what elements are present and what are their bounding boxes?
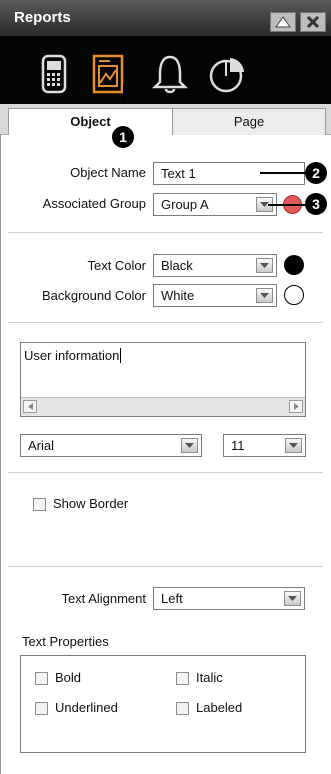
tab-object-label: Object: [70, 114, 111, 129]
minimize-button[interactable]: [270, 12, 296, 32]
divider: [8, 472, 323, 473]
text-content-area[interactable]: User information: [20, 342, 306, 417]
text-properties-label: Text Properties: [22, 634, 109, 649]
text-content-value: User information: [24, 348, 122, 363]
callout-line: [268, 204, 308, 206]
object-name-label: Object Name: [70, 165, 146, 180]
chevron-down-icon[interactable]: [256, 288, 273, 303]
close-button[interactable]: [300, 12, 326, 32]
close-icon: [306, 15, 320, 29]
object-name-value: Text 1: [161, 166, 196, 181]
background-color-swatch[interactable]: [284, 285, 304, 305]
labeled-label: Labeled: [196, 700, 243, 715]
panel-border: [0, 134, 1, 774]
callout-1: 1: [112, 126, 134, 148]
tab-page-label: Page: [233, 114, 265, 129]
title-bar: Reports: [0, 0, 331, 36]
associated-group-select[interactable]: Group A: [153, 193, 277, 216]
associated-group-value: Group A: [161, 197, 209, 212]
chevron-down-icon[interactable]: [284, 591, 301, 606]
text-alignment-value: Left: [161, 591, 183, 606]
background-color-label: Background Color: [41, 288, 146, 303]
tab-page[interactable]: Page: [172, 108, 326, 135]
text-alignment-select[interactable]: Left: [153, 587, 305, 610]
bold-label: Bold: [55, 670, 82, 685]
scroll-left-icon[interactable]: [23, 400, 37, 413]
text-color-value: Black: [161, 258, 193, 273]
divider: [8, 566, 323, 567]
text-color-label: Text Color: [87, 258, 146, 273]
phone-icon[interactable]: [32, 52, 76, 96]
toolbar: [0, 36, 331, 144]
font-size-value: 11: [231, 438, 245, 453]
text-properties-group: Bold Italic Underlined Labeled: [20, 655, 306, 753]
chevron-down-icon[interactable]: [256, 258, 273, 273]
callout-2: 2: [305, 162, 327, 184]
text-alignment-label: Text Alignment: [61, 591, 146, 606]
italic-checkbox[interactable]: [176, 672, 189, 685]
divider: [8, 232, 323, 233]
underlined-label: Underlined: [55, 700, 118, 715]
callout-3: 3: [305, 193, 327, 215]
associated-group-label: Associated Group: [42, 196, 146, 211]
background-color-select[interactable]: White: [153, 284, 277, 307]
chevron-down-icon[interactable]: [285, 438, 302, 453]
show-border-checkbox[interactable]: [33, 498, 46, 511]
bell-icon[interactable]: [148, 52, 192, 96]
text-color-swatch[interactable]: [284, 255, 304, 275]
pie-chart-icon[interactable]: [206, 52, 250, 96]
font-size-select[interactable]: 11: [223, 434, 306, 457]
scroll-right-icon[interactable]: [289, 400, 303, 413]
window-title: Reports: [14, 9, 71, 26]
text-color-select[interactable]: Black: [153, 254, 277, 277]
tab-bar: Object Page: [0, 104, 331, 135]
chevron-down-icon[interactable]: [181, 438, 198, 453]
underlined-checkbox[interactable]: [35, 702, 48, 715]
divider: [8, 322, 323, 323]
show-border-label: Show Border: [53, 496, 129, 511]
italic-label: Italic: [196, 670, 223, 685]
font-family-value: Arial: [28, 438, 55, 453]
bold-checkbox[interactable]: [35, 672, 48, 685]
background-color-value: White: [161, 288, 195, 303]
callout-line: [260, 172, 308, 174]
labeled-checkbox[interactable]: [176, 702, 189, 715]
font-family-select[interactable]: Arial: [20, 434, 202, 457]
horizontal-scrollbar[interactable]: [21, 397, 305, 416]
tab-object[interactable]: Object: [8, 108, 173, 135]
triangle-up-icon: [275, 16, 291, 28]
